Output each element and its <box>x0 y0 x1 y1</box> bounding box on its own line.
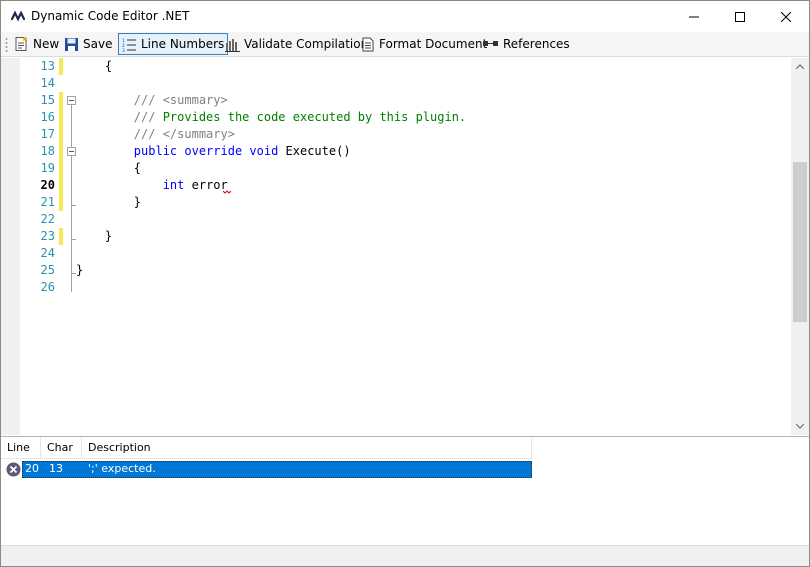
line-number: 20 <box>40 178 55 192</box>
code-text: /// </summary> <box>133 127 235 141</box>
validate-label: Validate Compilation <box>244 37 369 51</box>
code-line[interactable]: 22 <box>1 211 791 228</box>
error-list[interactable]: Line Char Description 20 13 ';' expected… <box>1 436 809 545</box>
change-marker <box>59 109 63 126</box>
chevron-down-icon <box>796 424 804 429</box>
minimize-button[interactable] <box>671 1 717 32</box>
line-number: 26 <box>40 280 55 294</box>
editor-vertical-scrollbar[interactable] <box>791 58 809 435</box>
line-number: 25 <box>40 263 55 277</box>
save-button[interactable]: Save <box>61 33 115 55</box>
change-marker <box>59 194 63 211</box>
code-line-current[interactable]: 20 int error <box>1 177 791 194</box>
validate-icon <box>225 38 240 52</box>
line-number: 19 <box>40 161 55 175</box>
code-line[interactable]: 26 <box>1 279 791 296</box>
error-icon <box>6 462 21 477</box>
new-label: New <box>33 37 60 51</box>
change-marker <box>59 160 63 177</box>
code-text: } <box>76 195 142 209</box>
code-line[interactable]: 15 /// <summary> <box>1 92 791 109</box>
maximize-button[interactable] <box>717 1 763 32</box>
line-number: 22 <box>40 212 55 226</box>
line-number: 24 <box>40 246 55 260</box>
change-marker <box>59 177 63 194</box>
code-text: } <box>76 263 84 277</box>
line-number: 14 <box>40 76 55 90</box>
close-icon <box>781 11 791 22</box>
code-line[interactable]: 25 } <box>1 262 791 279</box>
references-icon <box>483 41 498 46</box>
save-icon <box>65 37 78 51</box>
new-button[interactable]: New <box>10 33 62 55</box>
code-line[interactable]: 14 <box>1 75 791 92</box>
toolbar-grip[interactable] <box>5 37 8 52</box>
chevron-up-icon <box>796 64 804 69</box>
code-text: } <box>76 229 113 243</box>
maximize-icon <box>735 11 745 22</box>
code-text: int error <box>162 178 228 192</box>
new-document-icon <box>15 36 28 51</box>
status-bar <box>1 545 809 566</box>
line-number: 17 <box>40 127 55 141</box>
change-marker <box>59 228 63 245</box>
scroll-up-button[interactable] <box>791 58 809 75</box>
change-marker <box>59 126 63 143</box>
validate-compilation-button[interactable]: Validate Compilation <box>222 33 371 55</box>
save-label: Save <box>83 37 113 51</box>
code-line[interactable]: 18 public override void Execute() <box>1 143 791 160</box>
change-marker <box>59 92 63 109</box>
error-line-cell: 20 <box>25 462 39 475</box>
format-label: Format Document <box>379 37 488 51</box>
window-title: Dynamic Code Editor .NET <box>31 9 190 23</box>
line-number: 15 <box>40 93 55 107</box>
app-logo-icon <box>11 10 25 22</box>
code-line[interactable]: 23 } <box>1 228 791 245</box>
minimize-icon <box>689 16 699 17</box>
column-header-char[interactable]: Char <box>41 437 82 459</box>
column-header-description[interactable]: Description <box>82 437 532 459</box>
main-window: Dynamic Code Editor .NET New Save 1 2 3 … <box>0 0 810 567</box>
line-numbers-icon: 1 2 3 <box>122 38 136 52</box>
svg-text:3: 3 <box>122 48 125 52</box>
references-label: References <box>503 37 570 51</box>
code-line[interactable]: 24 <box>1 245 791 262</box>
references-button[interactable]: References <box>480 33 573 55</box>
line-number: 21 <box>40 195 55 209</box>
code-line[interactable]: 21 } <box>1 194 791 211</box>
column-header-line[interactable]: Line <box>1 437 41 459</box>
error-char-cell: 13 <box>49 462 63 475</box>
scrollbar-thumb[interactable] <box>793 162 807 322</box>
code-text: /// <summary> <box>133 93 228 107</box>
change-marker <box>59 143 63 160</box>
line-number: 18 <box>40 144 55 158</box>
line-numbers-label: Line Numbers <box>141 37 225 51</box>
error-list-header: Line Char Description <box>1 437 532 459</box>
code-line[interactable]: 19 { <box>1 160 791 177</box>
format-document-button[interactable]: Format Document <box>358 33 490 55</box>
fold-collapse-icon[interactable] <box>67 147 76 156</box>
code-editor[interactable]: 13 { 14 15 /// <summary> 16 /// Provides… <box>1 58 809 435</box>
code-text: { <box>76 161 142 175</box>
error-row[interactable]: 20 13 ';' expected. <box>1 461 532 478</box>
line-number: 16 <box>40 110 55 124</box>
error-description-cell: ';' expected. <box>88 462 156 475</box>
line-numbers-button[interactable]: 1 2 3 Line Numbers <box>118 33 229 55</box>
line-number: 13 <box>40 59 55 73</box>
code-text: public override void Execute() <box>133 144 351 158</box>
code-text: { <box>76 59 113 73</box>
code-line[interactable]: 13 { <box>1 58 791 75</box>
close-button[interactable] <box>763 1 809 32</box>
fold-collapse-icon[interactable] <box>67 96 76 105</box>
code-line[interactable]: 17 /// </summary> <box>1 126 791 143</box>
code-text: /// Provides the code executed by this p… <box>133 110 467 124</box>
toolbar: New Save 1 2 3 Line Numbers Validate Com… <box>1 32 809 57</box>
format-document-icon <box>362 37 374 51</box>
code-line[interactable]: 16 /// Provides the code executed by thi… <box>1 109 791 126</box>
scroll-down-button[interactable] <box>791 418 809 435</box>
line-number: 23 <box>40 229 55 243</box>
change-marker <box>59 58 63 75</box>
title-bar[interactable]: Dynamic Code Editor .NET <box>1 1 809 32</box>
